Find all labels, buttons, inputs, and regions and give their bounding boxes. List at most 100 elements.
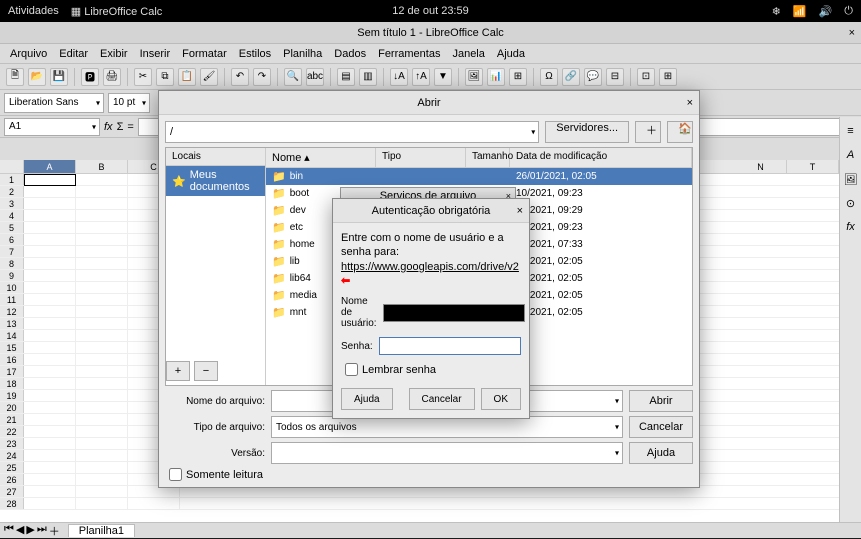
sidebar-properties-icon[interactable]: ≡ — [843, 123, 859, 139]
places-add-button[interactable]: + — [166, 361, 190, 381]
col-name[interactable]: Nome ▴ — [266, 148, 376, 167]
font-size-input[interactable] — [108, 93, 150, 113]
sort-asc-icon[interactable]: ↓A — [390, 68, 408, 86]
save-icon[interactable]: 💾 — [50, 68, 68, 86]
remember-checkbox[interactable] — [345, 363, 358, 376]
col-header-b[interactable]: B — [76, 160, 128, 173]
redo-icon[interactable]: ↷ — [253, 68, 271, 86]
comment-icon[interactable]: 💬 — [584, 68, 602, 86]
power-icon[interactable]: ⏻ — [844, 5, 853, 18]
pivot-icon[interactable]: ⊞ — [509, 68, 527, 86]
places-item-documents[interactable]: ⭐ Meus documentos — [166, 166, 265, 196]
gnome-topbar: Atividades ▦ LibreOffice Calc 12 de out … — [0, 0, 861, 22]
cut-icon[interactable]: ✂ — [134, 68, 152, 86]
network-icon[interactable]: 📶 — [793, 5, 807, 18]
auth-cancel-button[interactable]: Cancelar — [409, 388, 475, 410]
find-icon[interactable]: 🔍 — [284, 68, 302, 86]
weather-icon[interactable]: ❄ — [772, 5, 781, 18]
path-input[interactable] — [165, 121, 539, 143]
sheet-prev-icon[interactable]: ◀ — [16, 523, 24, 539]
cell-reference-input[interactable] — [4, 118, 100, 136]
copy-icon[interactable]: ⧉ — [156, 68, 174, 86]
auth-dialog-titlebar: Autenticação obrigatória × — [333, 199, 529, 223]
sigma-icon[interactable]: Σ — [117, 121, 124, 133]
servers-button[interactable]: Servidores... — [545, 121, 629, 143]
menu-ferramentas[interactable]: Ferramentas — [374, 46, 444, 62]
file-row[interactable]: 📁 bin26/01/2021, 02:05 — [266, 168, 692, 185]
freeze-icon[interactable]: ⊡ — [637, 68, 655, 86]
window-close-button[interactable]: × — [849, 27, 855, 39]
filetype-label: Tipo de arquivo: — [165, 422, 265, 433]
open-dialog-close-button[interactable]: × — [687, 97, 693, 109]
filetype-select[interactable] — [271, 416, 623, 438]
menu-dados[interactable]: Dados — [330, 46, 370, 62]
readonly-checkbox[interactable] — [169, 468, 182, 481]
chart-icon[interactable]: 📊 — [487, 68, 505, 86]
filter-icon[interactable]: ▼ — [434, 68, 452, 86]
col-header-a[interactable]: A — [24, 160, 76, 173]
image-icon[interactable]: 🖼 — [465, 68, 483, 86]
menu-exibir[interactable]: Exibir — [96, 46, 132, 62]
row[interactable]: 28 — [0, 498, 839, 510]
menu-planilha[interactable]: Planilha — [279, 46, 326, 62]
open-icon[interactable]: 📂 — [28, 68, 46, 86]
sidebar-styles-icon[interactable]: A — [843, 147, 859, 163]
font-name-input[interactable] — [4, 93, 104, 113]
cancel-button[interactable]: Cancelar — [629, 416, 693, 438]
sheet-add-icon[interactable]: ＋ — [49, 523, 60, 539]
col-header-n[interactable]: N — [735, 160, 787, 173]
menu-janela[interactable]: Janela — [448, 46, 488, 62]
sheet-tab[interactable]: Planilha1 — [68, 524, 135, 537]
menu-inserir[interactable]: Inserir — [136, 46, 175, 62]
up-folder-button[interactable]: 🏠 — [667, 121, 693, 143]
col-date[interactable]: Data de modificação — [510, 148, 692, 167]
equals-icon[interactable]: = — [127, 121, 133, 133]
auth-ok-button[interactable]: OK — [481, 388, 521, 410]
row-icon[interactable]: ▤ — [337, 68, 355, 86]
col-icon[interactable]: ▥ — [359, 68, 377, 86]
fx-icon[interactable]: fx — [104, 121, 113, 133]
link-icon[interactable]: 🔗 — [562, 68, 580, 86]
folder-icon: 📁 — [272, 306, 286, 319]
app-indicator[interactable]: ▦ LibreOffice Calc — [71, 5, 163, 18]
sheet-last-icon[interactable]: ⏭ — [37, 523, 47, 539]
col-size[interactable]: Tamanho — [466, 148, 510, 167]
version-select[interactable] — [271, 442, 623, 464]
open-button[interactable]: Abrir — [629, 390, 693, 412]
undo-icon[interactable]: ↶ — [231, 68, 249, 86]
password-input[interactable] — [379, 337, 521, 355]
auth-dialog-close-button[interactable]: × — [517, 205, 523, 217]
col-header-t[interactable]: T — [787, 160, 839, 173]
menu-editar[interactable]: Editar — [55, 46, 92, 62]
activities-button[interactable]: Atividades — [8, 5, 59, 17]
sheet-next-icon[interactable]: ▶ — [26, 523, 34, 539]
menu-estilos[interactable]: Estilos — [235, 46, 275, 62]
col-type[interactable]: Tipo — [376, 148, 466, 167]
menu-ajuda[interactable]: Ajuda — [493, 46, 529, 62]
folder-icon: 📁 — [272, 187, 286, 200]
split-icon[interactable]: ⊞ — [659, 68, 677, 86]
paste-icon[interactable]: 📋 — [178, 68, 196, 86]
new-icon[interactable]: 🗎 — [6, 68, 24, 86]
filename-label: Nome do arquivo: — [165, 396, 265, 407]
username-input[interactable] — [383, 304, 525, 322]
pdf-icon[interactable]: 🅿 — [81, 68, 99, 86]
volume-icon[interactable]: 🔊 — [819, 5, 833, 18]
menu-formatar[interactable]: Formatar — [178, 46, 231, 62]
sidebar-gallery-icon[interactable]: 🖼 — [843, 171, 859, 187]
new-folder-button[interactable]: ＋ — [635, 121, 661, 143]
clock[interactable]: 12 de out 23:59 — [392, 5, 468, 17]
menu-arquivo[interactable]: Arquivo — [6, 46, 51, 62]
special-icon[interactable]: Ω — [540, 68, 558, 86]
places-remove-button[interactable]: − — [194, 361, 218, 381]
sidebar-functions-icon[interactable]: fx — [843, 219, 859, 235]
help-button[interactable]: Ajuda — [629, 442, 693, 464]
sheet-first-icon[interactable]: ⏮ — [4, 523, 14, 539]
brush-icon[interactable]: 🖌 — [200, 68, 218, 86]
auth-help-button[interactable]: Ajuda — [341, 388, 393, 410]
spell-icon[interactable]: abc — [306, 68, 324, 86]
headers-icon[interactable]: ⊟ — [606, 68, 624, 86]
sidebar-navigator-icon[interactable]: ⊙ — [843, 195, 859, 211]
print-icon[interactable]: 🖨 — [103, 68, 121, 86]
sort-desc-icon[interactable]: ↑A — [412, 68, 430, 86]
